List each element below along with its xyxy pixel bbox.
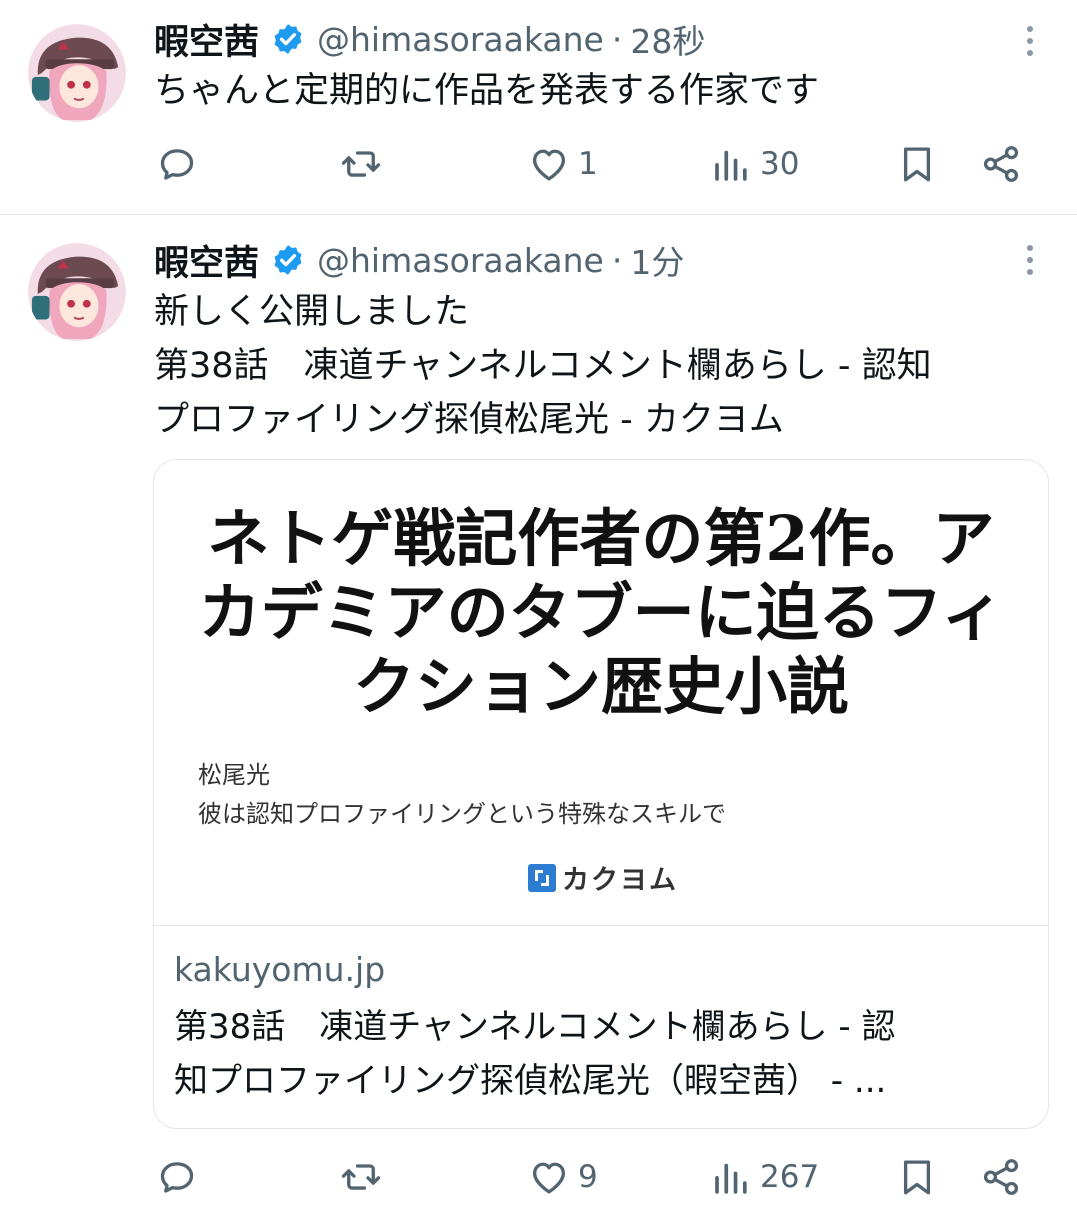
user-avatar[interactable] — [28, 243, 126, 341]
kakuyomu-logo-icon — [528, 863, 556, 892]
retweet-button[interactable] — [340, 1147, 382, 1207]
author-handle[interactable]: @himasoraakane — [317, 20, 604, 59]
reply-icon — [160, 1162, 194, 1193]
views-icon — [715, 150, 747, 181]
tweet-header: 暇空茜 @himasoraakane · 1分 — [154, 235, 684, 286]
link-preview-card[interactable]: ネトゲ戦記作者の第2作。ア カデミアのタブーに迫るフィ クション歴史小説 松尾光… — [153, 459, 1049, 1129]
card-title-line: 第38話 凍道チャンネルコメント欄あらし - 認 — [174, 1007, 896, 1047]
tweet-text-line: ちゃんと定期的に作品を発表する作家です — [154, 71, 820, 111]
retweet-icon — [341, 1164, 381, 1190]
tweet-actions: 1 30 — [0, 134, 1077, 194]
reply-button[interactable] — [156, 134, 198, 194]
card-headline-line: ネトゲ戦記作者の第2作。ア — [207, 502, 995, 575]
card-brand: カクヨム — [528, 858, 678, 897]
tweet-text: ちゃんと定期的に作品を発表する作家です — [154, 64, 1044, 118]
author-handle[interactable]: @himasoraakane — [317, 241, 604, 280]
views-icon — [715, 1163, 747, 1194]
author-name[interactable]: 暇空茜 — [154, 14, 259, 65]
verified-badge-icon[interactable] — [271, 22, 305, 56]
more-options-icon[interactable] — [1025, 245, 1035, 279]
tweet[interactable]: 暇空茜 @himasoraakane · 1分 新しく公開しました 第38話 凍… — [0, 215, 1077, 1214]
tweet-header: 暇空茜 @himasoraakane · 28秒 — [154, 14, 705, 65]
share-button[interactable] — [980, 134, 1022, 194]
tweet-timestamp[interactable]: 1分 — [630, 236, 684, 284]
card-headline: ネトゲ戦記作者の第2作。ア カデミアのタブーに迫るフィ クション歴史小説 — [194, 502, 1008, 724]
card-author: 松尾光 — [198, 761, 270, 789]
views-button[interactable]: 30 — [710, 134, 799, 194]
brand-name: カクヨム — [562, 865, 678, 896]
share-icon — [983, 1159, 1019, 1195]
retweet-icon — [341, 151, 381, 177]
like-count: 9 — [578, 1159, 598, 1195]
heart-icon — [532, 149, 566, 181]
card-headline-line: カデミアのタブーに迫るフィ — [198, 576, 1004, 649]
tweet-text: 新しく公開しました 第38話 凍道チャンネルコメント欄あらし - 認知 プロファ… — [154, 285, 1044, 447]
bookmark-button[interactable] — [896, 1147, 938, 1207]
like-count: 1 — [578, 146, 598, 182]
heart-icon — [532, 1162, 566, 1194]
share-button[interactable] — [980, 1147, 1022, 1207]
card-domain: kakuyomu.jp — [174, 950, 386, 989]
user-avatar[interactable] — [28, 24, 126, 122]
reply-button[interactable] — [156, 1147, 198, 1207]
bookmark-button[interactable] — [896, 134, 938, 194]
card-title-line: 知プロファイリング探偵松尾光（暇空茜） - ... — [174, 1061, 887, 1101]
views-button[interactable]: 267 — [710, 1147, 819, 1207]
reply-icon — [160, 149, 194, 180]
tweet-timestamp[interactable]: 28秒 — [630, 15, 705, 63]
card-image[interactable]: ネトゲ戦記作者の第2作。ア カデミアのタブーに迫るフィ クション歴史小説 松尾光… — [154, 460, 1048, 925]
verified-badge-icon[interactable] — [271, 243, 305, 277]
tweet-text-line: 新しく公開しました — [154, 292, 470, 332]
like-button[interactable]: 1 — [528, 134, 598, 194]
card-description: 彼は認知プロファイリングという特殊なスキルで — [198, 800, 726, 828]
retweet-button[interactable] — [340, 134, 382, 194]
author-name[interactable]: 暇空茜 — [154, 235, 259, 286]
tweet[interactable]: 暇空茜 @himasoraakane · 28秒 ちゃんと定期的に作品を発表する… — [0, 0, 1077, 214]
tweet-text-line: 第38話 凍道チャンネルコメント欄あらし - 認知 — [154, 346, 932, 386]
separator-dot: · — [611, 19, 623, 59]
tweet-text-line: プロファイリング探偵松尾光 - カクヨム — [154, 400, 784, 440]
like-button[interactable]: 9 — [528, 1147, 598, 1207]
card-meta[interactable]: kakuyomu.jp 第38話 凍道チャンネルコメント欄あらし - 認 知プロ… — [154, 925, 1048, 1128]
card-title: 第38話 凍道チャンネルコメント欄あらし - 認 知プロファイリング探偵松尾光（… — [174, 1000, 1034, 1108]
tweet-actions: 9 267 — [0, 1147, 1077, 1207]
bookmark-icon — [903, 1160, 931, 1195]
card-headline-line: クション歴史小説 — [352, 650, 849, 723]
views-count: 267 — [760, 1159, 820, 1195]
share-icon — [983, 146, 1019, 182]
bookmark-icon — [903, 147, 931, 182]
separator-dot: · — [611, 240, 623, 280]
views-count: 30 — [760, 146, 800, 182]
more-options-icon[interactable] — [1025, 26, 1035, 60]
